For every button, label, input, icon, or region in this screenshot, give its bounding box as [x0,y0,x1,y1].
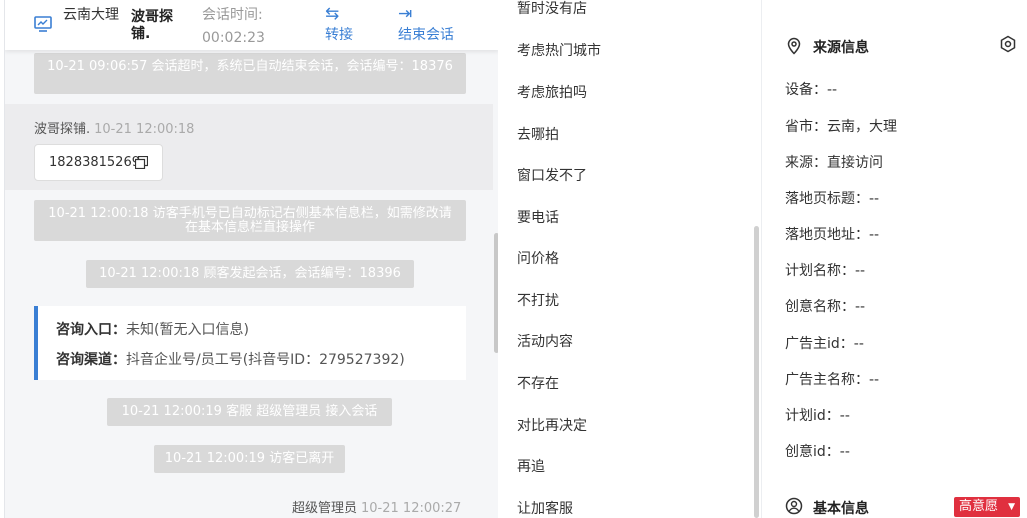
settings-icon[interactable] [999,35,1017,53]
quick-reply-item[interactable]: 考虑旅拍吗 [517,82,587,102]
consult-channel-value: 抖音企业号/员工号(抖音号ID：279527392) [126,352,405,368]
agent-message-sender: 超级管理员 10-21 12:00:27 [292,497,461,516]
advertiser-name-field: 广告主名称：-- [785,372,880,388]
exit-icon: ⇥ [398,4,413,24]
system-message: 10-21 12:00:19 访客已离开 [154,445,345,473]
transfer-button[interactable]: ⇆ 转接 [325,4,353,46]
workspace: 云南大理 波哥探铺. 会话时间: 00:02:23 ⇆ 转接 ⇥ 结束会话 10… [0,0,1027,518]
quick-reply-item[interactable]: 窗口发不了 [517,165,587,185]
basic-info-title: 基本信息 [813,501,869,517]
quick-reply-item[interactable]: 暂时没有店 [517,0,587,18]
quick-reply-item[interactable]: 对比再决定 [517,415,587,435]
end-session-button[interactable]: ⇥ 结束会话 [398,4,454,46]
creative-name-field: 创意名称：-- [785,299,866,315]
quick-reply-item[interactable]: 去哪拍 [517,124,559,144]
intent-dropdown[interactable]: 高意愿 ▼ [954,497,1020,517]
caret-down-icon: ▼ [1008,502,1015,512]
system-message: 10-21 12:00:18 顾客发起会话，会话编号：18396 [86,260,414,288]
province-field: 省市：云南，大理 [785,119,897,135]
source-info-title: 来源信息 [813,40,869,56]
quick-reply-scrollbar[interactable] [754,226,759,518]
origin-field: 来源：直接访问 [785,155,883,171]
transfer-icon: ⇆ [325,4,340,24]
transfer-label: 转接 [325,27,353,43]
visitor-name: 波哥探铺. [131,9,173,42]
intent-label: 高意愿 [959,499,999,514]
consult-entry-value: 未知(暂无入口信息) [126,322,249,338]
consult-entry-row: 咨询入口：未知(暂无入口信息) [56,319,249,339]
message-sender: 波哥探铺. 10-21 12:00:18 [34,118,194,137]
phone-number: 18283815269 [49,155,140,170]
chat-header: 云南大理 波哥探铺. 会话时间: 00:02:23 ⇆ 转接 ⇥ 结束会话 [5,0,498,50]
agent-name: 超级管理员 [292,501,358,516]
system-message: 10-21 09:06:57 会话超时，系统已自动结束会话，会话编号：18376 [34,53,466,94]
plan-name-field: 计划名称：-- [785,263,866,279]
landing-title-field: 落地页标题：-- [785,191,880,207]
quick-reply-item[interactable]: 考虑热门城市 [517,40,601,60]
quick-reply-list: 暂时没有店 考虑热门城市 考虑旅拍吗 去哪拍 窗口发不了 要电话 问价格 不打扰… [498,0,762,518]
visitor-location: 云南大理 [63,7,119,23]
consult-entry-label: 咨询入口： [56,322,126,338]
plan-id-field: 计划id：-- [785,408,850,424]
visitor-info-panel: 来源信息 设备：-- 省市：云南，大理 来源：直接访问 落地页标题：-- 落地页… [763,0,1027,518]
session-time: 00:02:23 [202,30,265,46]
copy-icon[interactable] [135,156,148,169]
advertiser-id-field: 广告主id：-- [785,336,864,352]
chat-panel: 云南大理 波哥探铺. 会话时间: 00:02:23 ⇆ 转接 ⇥ 结束会话 10… [4,0,498,518]
monitor-icon [34,16,52,32]
end-session-label: 结束会话 [398,27,454,43]
quick-reply-item[interactable]: 再追 [517,456,545,476]
quick-reply-item[interactable]: 要电话 [517,207,559,227]
quick-reply-item[interactable]: 让加客服 [517,498,573,518]
agent-message-time: 10-21 12:00:27 [361,501,462,516]
sender-name: 波哥探铺. [34,122,91,137]
consult-channel-label: 咨询渠道： [56,352,126,368]
quick-reply-item[interactable]: 问价格 [517,248,559,268]
quick-reply-item[interactable]: 不存在 [517,373,559,393]
system-message: 10-21 12:00:18 访客手机号已自动标记右侧基本信息栏，如需修改请在基… [34,200,466,241]
message-time: 10-21 12:00:18 [94,122,195,137]
consult-info-card: 咨询入口：未知(暂无入口信息) 咨询渠道：抖音企业号/员工号(抖音号ID：279… [34,306,466,380]
consult-channel-row: 咨询渠道：抖音企业号/员工号(抖音号ID：279527392) [56,349,405,369]
quick-reply-item[interactable]: 不打扰 [517,290,559,310]
landing-url-field: 落地页地址：-- [785,227,880,243]
phone-message-bubble[interactable]: 18283815269 [34,144,163,181]
system-message: 10-21 12:00:19 客服 超级管理员 接入会话 [107,398,392,426]
quick-reply-item[interactable]: 活动内容 [517,331,573,351]
session-time-label: 会话时间: [202,7,263,23]
creative-id-field: 创意id：-- [785,444,850,460]
device-field: 设备：-- [785,82,838,98]
